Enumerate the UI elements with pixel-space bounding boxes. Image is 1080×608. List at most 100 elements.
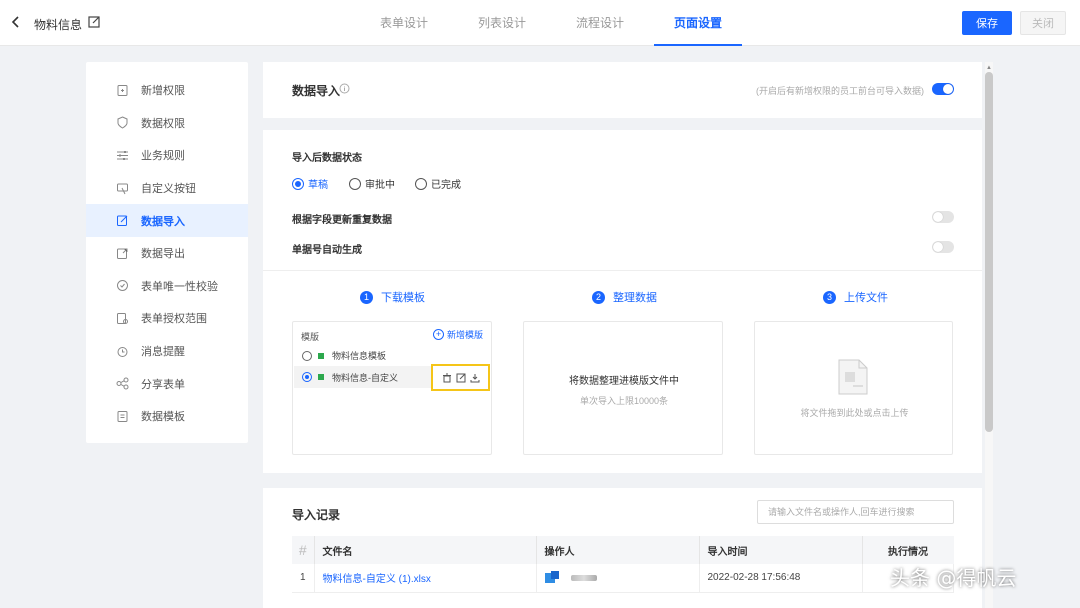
column-header: 文件名 [314, 536, 537, 564]
save-button[interactable]: 保存 [962, 11, 1012, 35]
template-actions [431, 364, 490, 391]
sidebar-item-label: 自定义按钮 [141, 183, 196, 196]
sidebar-item-data-import[interactable]: 数据导入 [86, 204, 248, 237]
scrollbar-thumb[interactable] [985, 72, 993, 432]
template-header: 模版 [301, 332, 320, 342]
sidebar-item-data-export[interactable]: 数据导出 [86, 237, 248, 270]
tab-form-design[interactable]: 表单设计 [360, 0, 448, 46]
step-label: 下载模板 [381, 292, 425, 304]
step-organize-data: 2 整理数据 [592, 289, 657, 305]
status-radio-approving[interactable]: 审批中 [349, 176, 395, 191]
sidebar-item-data-permission[interactable]: 数据权限 [86, 107, 248, 140]
sidebar-item-authorize-scope[interactable]: 表单授权范围 [86, 302, 248, 335]
step-label: 上传文件 [844, 292, 888, 304]
step-download-template: 1 下载模板 [360, 289, 425, 305]
template-box: 模版 + 新增模版 物料信息模板 物料信息-自定义 [292, 321, 492, 455]
page-title: 物料信息 [34, 18, 83, 32]
top-bar: 物料信息 表单设计 列表设计 流程设计 页面设置 保存 关闭 [0, 0, 1080, 46]
organize-limit: 单次导入上限10000条 [579, 396, 669, 406]
row-index: 1 [292, 564, 315, 593]
sidebar-item-custom-button[interactable]: 自定义按钮 [86, 172, 248, 205]
sidebar-item-label: 数据模板 [141, 411, 185, 424]
records-title: 导入记录 [292, 508, 341, 522]
import-header-panel: 数据导入 (开启后有新增权限的员工前台可导入数据) [263, 62, 982, 118]
back-icon[interactable] [10, 14, 24, 30]
step-number: 3 [823, 290, 836, 304]
excel-icon [318, 352, 324, 359]
sidebar-item-label: 业务规则 [141, 150, 185, 163]
excel-icon [318, 374, 324, 380]
radio-dot [302, 372, 312, 382]
tab-page-settings[interactable]: 页面设置 [654, 0, 743, 46]
delete-icon[interactable] [442, 373, 452, 383]
step-upload-file: 3 上传文件 [823, 289, 888, 305]
upload-dropzone[interactable]: 将文件拖到此处或点击上传 [754, 321, 953, 455]
radio-dot [349, 177, 361, 190]
add-template-button[interactable]: + 新增模版 [432, 328, 483, 341]
template-icon [116, 410, 129, 423]
template-item[interactable]: 物料信息模板 [302, 349, 386, 362]
import-hint: (开启后有新增权限的员工前台可导入数据) [756, 86, 924, 96]
radio-dot [302, 350, 312, 361]
dedupe-label: 根据字段更新重复数据 [292, 215, 392, 226]
radio-label: 已完成 [431, 180, 461, 191]
file-name-link[interactable]: 物料信息-自定义 (1).xlsx [314, 564, 537, 593]
records-search-input[interactable] [757, 500, 954, 524]
sliders-icon [116, 149, 129, 162]
organize-text: 将数据整理进模版文件中 [569, 376, 679, 387]
sidebar-item-label: 表单唯一性校验 [141, 280, 218, 293]
sidebar-item-unique-check[interactable]: 表单唯一性校验 [86, 270, 248, 303]
sidebar-item-message-reminder[interactable]: 消息提醒 [86, 335, 248, 368]
clock-icon [116, 345, 129, 358]
step-label: 整理数据 [613, 292, 657, 304]
edit-icon[interactable] [456, 373, 466, 383]
column-header: # [292, 536, 315, 564]
template-item[interactable]: 物料信息-自定义 [294, 366, 432, 388]
divider [263, 270, 982, 271]
sidebar-item-business-rules[interactable]: 业务规则 [86, 139, 248, 172]
import-icon [116, 214, 129, 227]
sidebar-item-share-form[interactable]: 分享表单 [86, 367, 248, 400]
info-icon[interactable] [339, 83, 350, 97]
auto-number-label: 单据号自动生成 [292, 245, 362, 256]
sidebar-item-label: 数据权限 [141, 117, 185, 130]
watermark: 头条 @得帆云 [890, 566, 1017, 590]
radio-dot [415, 177, 427, 190]
plus-icon: + [432, 329, 444, 340]
import-toggle[interactable] [932, 83, 954, 95]
add-template-label: 新增模版 [446, 330, 483, 340]
shield-icon [116, 116, 129, 129]
edit-icon[interactable] [88, 16, 100, 28]
status-label: 导入后数据状态 [292, 153, 362, 164]
design-tabs: 表单设计 列表设计 流程设计 页面设置 [360, 0, 752, 46]
sidebar-item-label: 数据导入 [141, 215, 185, 228]
share-icon [116, 377, 129, 390]
sidebar-item-label: 新增权限 [141, 85, 185, 98]
download-icon[interactable] [470, 373, 480, 383]
step-number: 2 [592, 290, 605, 304]
settings-sidebar: 新增权限 数据权限 业务规则 自定义按钮 数据导入 数据导出 表单唯一性校验 表… [86, 62, 248, 443]
column-header: 执行情况 [862, 536, 954, 564]
sidebar-item-data-template[interactable]: 数据模板 [86, 400, 248, 433]
tab-flow-design[interactable]: 流程设计 [556, 0, 644, 46]
export-icon [116, 247, 129, 260]
status-radio-draft[interactable]: 草稿 [292, 176, 328, 191]
sidebar-item-label: 数据导出 [141, 248, 185, 261]
auto-number-toggle[interactable] [932, 241, 954, 253]
template-name: 物料信息模板 [332, 351, 387, 361]
radio-label: 草稿 [308, 180, 328, 191]
step-number: 1 [360, 290, 373, 304]
dedupe-toggle[interactable] [932, 211, 954, 223]
import-settings-panel: 导入后数据状态 草稿 审批中 已完成 根据字段更新重复数据 单据号自动生成 1 … [263, 130, 982, 473]
import-time: 2022-02-28 17:56:48 [699, 564, 863, 593]
section-title: 数据导入 [292, 84, 341, 98]
close-button[interactable]: 关闭 [1020, 11, 1066, 35]
table-header-row: # 文件名 操作人 导入时间 执行情况 [292, 536, 954, 564]
tab-list-design[interactable]: 列表设计 [458, 0, 546, 46]
organize-box: 将数据整理进模版文件中 单次导入上限10000条 [523, 321, 723, 455]
scroll-up-arrow[interactable]: ▲ [985, 64, 993, 72]
sidebar-item-label: 表单授权范围 [141, 313, 207, 326]
sidebar-item-add-permission[interactable]: 新增权限 [86, 74, 248, 107]
status-radio-completed[interactable]: 已完成 [415, 176, 461, 191]
upload-text: 将文件拖到此处或点击上传 [800, 408, 909, 418]
